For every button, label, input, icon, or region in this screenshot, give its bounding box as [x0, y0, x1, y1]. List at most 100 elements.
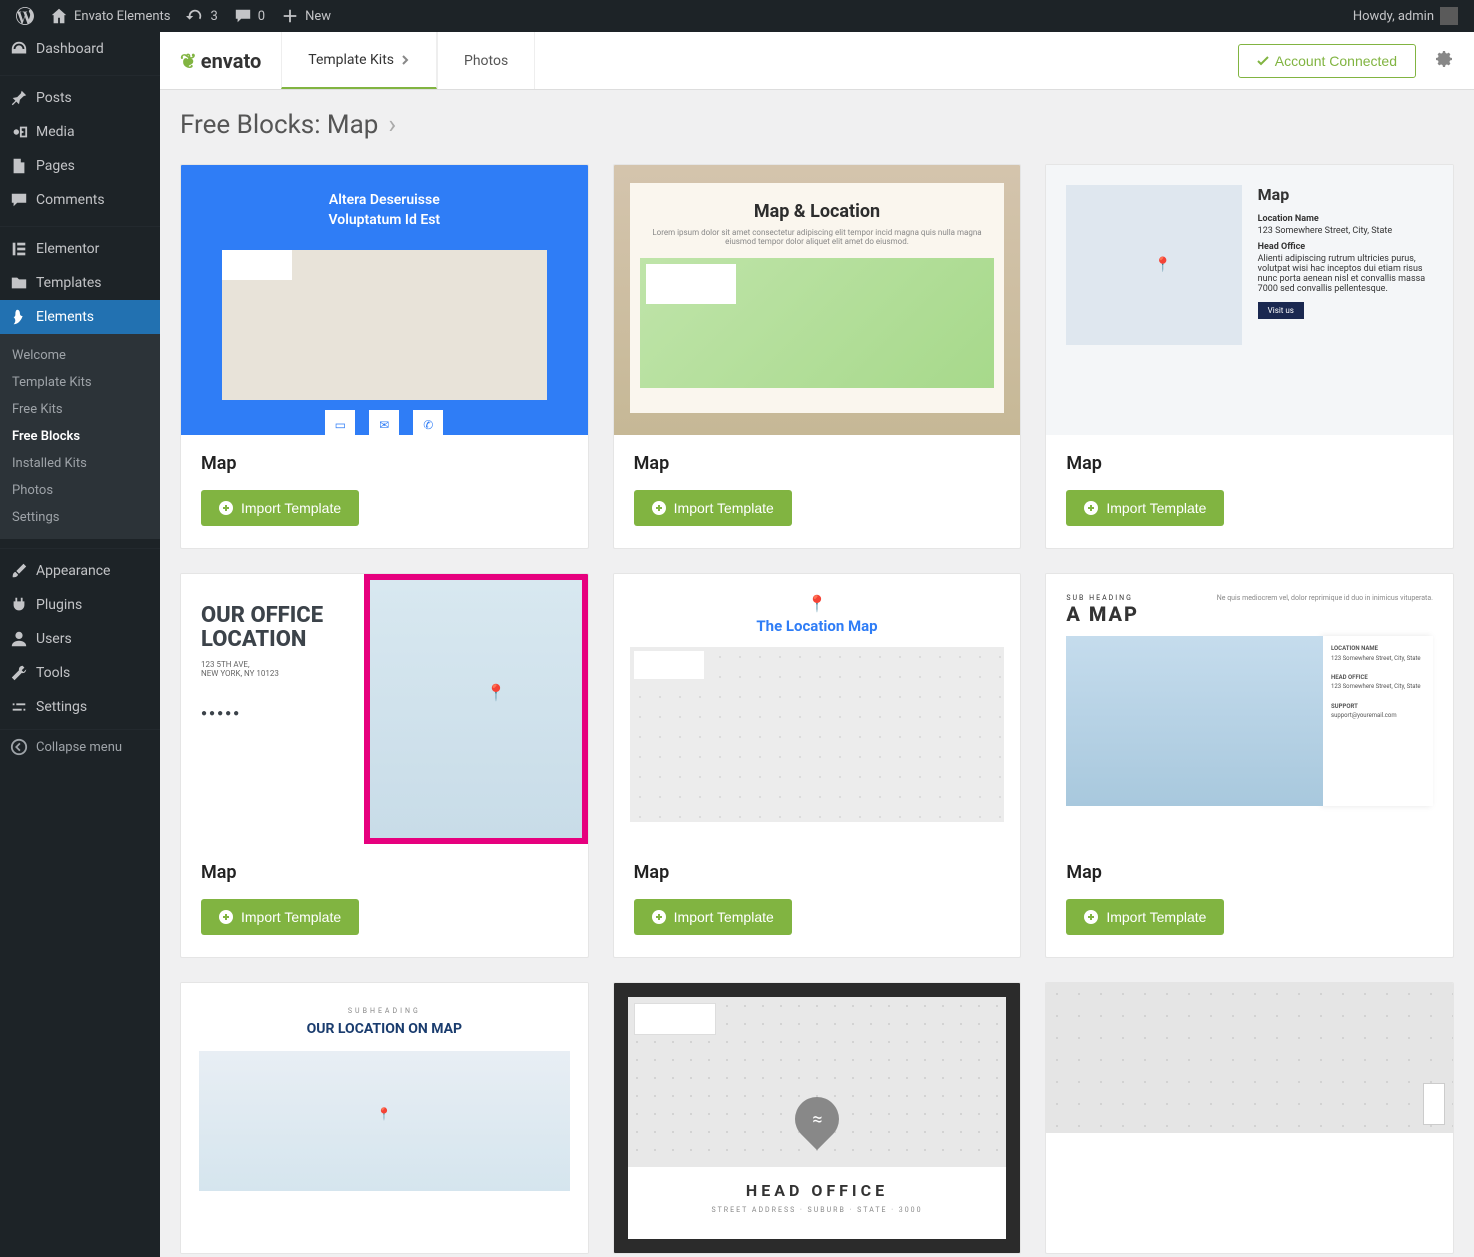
sidebar-item-comments[interactable]: Comments — [0, 183, 160, 217]
sidebar-item-media[interactable]: Media — [0, 115, 160, 149]
collapse-menu-button[interactable]: Collapse menu — [0, 729, 160, 764]
comment-icon — [234, 7, 252, 25]
sidebar-label: Dashboard — [36, 41, 104, 57]
logo-text: envato — [201, 49, 262, 73]
folder-icon — [10, 274, 28, 292]
avatar — [1440, 7, 1458, 25]
import-template-button[interactable]: Import Template — [1066, 899, 1224, 935]
sidebar-submenu: Welcome Template Kits Free Kits Free Blo… — [0, 334, 160, 539]
thumb-label: SUPPORT — [1331, 703, 1358, 710]
sidebar-item-elements[interactable]: Elements — [0, 300, 160, 334]
template-card: 📍 The Location Map Map Import Template — [613, 573, 1022, 958]
tab-photos[interactable]: Photos — [437, 32, 535, 89]
submenu-free-blocks[interactable]: Free Blocks — [0, 423, 160, 450]
thumb-heading: OUR OFFICE LOCATION — [201, 604, 344, 652]
thumb-label: Location Name — [1258, 214, 1433, 224]
gear-icon — [1434, 49, 1454, 69]
updates-link[interactable]: 3 — [178, 0, 225, 32]
thumb-label: Head Office — [1258, 242, 1433, 252]
tab-template-kits[interactable]: Template Kits — [281, 32, 437, 89]
elementor-icon — [10, 240, 28, 258]
thumb-heading: Altera Deseruisse — [181, 191, 588, 211]
sidebar-item-pages[interactable]: Pages — [0, 149, 160, 183]
import-template-button[interactable]: Import Template — [634, 899, 792, 935]
thumb-sub: STREET ADDRESS · SUBURB · STATE · 3000 — [628, 1206, 1007, 1224]
import-template-button[interactable]: Import Template — [201, 899, 359, 935]
template-thumbnail[interactable]: OUR OFFICE LOCATION 123 5TH AVE,NEW YORK… — [181, 574, 588, 844]
template-thumbnail[interactable]: Map Location Name 123 Somewhere Street, … — [1046, 165, 1453, 435]
sidebar-item-tools[interactable]: Tools — [0, 656, 160, 690]
template-thumbnail[interactable]: SUBHEADING OUR LOCATION ON MAP — [181, 983, 588, 1253]
site-name-link[interactable]: Envato Elements — [42, 0, 178, 32]
template-thumbnail[interactable]: HEAD OFFICE STREET ADDRESS · SUBURB · ST… — [614, 983, 1021, 1253]
user-account-link[interactable]: Howdy, admin — [1345, 0, 1466, 32]
sidebar-item-elementor[interactable]: Elementor — [0, 232, 160, 266]
plugin-header: ❦ envato Template Kits Photos Account Co… — [160, 32, 1474, 90]
template-card — [1045, 982, 1454, 1254]
account-connected-button[interactable]: Account Connected — [1238, 44, 1416, 78]
comments-count: 0 — [258, 9, 265, 24]
new-content-link[interactable]: New — [273, 0, 339, 32]
sidebar-item-templates[interactable]: Templates — [0, 266, 160, 300]
wp-admin-bar: Envato Elements 3 0 New Howdy, admin — [0, 0, 1474, 32]
comment-icon — [10, 191, 28, 209]
thumb-text: support@youremail.com — [1331, 712, 1397, 719]
plus-circle-icon — [652, 910, 666, 924]
template-card: SUB HEADING A MAP Ne quis mediocrem vel,… — [1045, 573, 1454, 958]
template-thumbnail[interactable]: Map & Location Lorem ipsum dolor sit ame… — [614, 165, 1021, 435]
chevron-right-icon — [400, 55, 410, 65]
collapse-label: Collapse menu — [36, 740, 122, 755]
media-icon — [10, 123, 28, 141]
thumb-heading: A MAP — [1066, 602, 1139, 626]
template-thumbnail[interactable]: 📍 The Location Map — [614, 574, 1021, 844]
user-icon — [10, 630, 28, 648]
sidebar-item-appearance[interactable]: Appearance — [0, 554, 160, 588]
template-thumbnail[interactable]: SUB HEADING A MAP Ne quis mediocrem vel,… — [1046, 574, 1453, 844]
page-title: Free Blocks: Map › — [160, 90, 1474, 164]
tab-label: Photos — [464, 53, 508, 69]
submenu-photos[interactable]: Photos — [0, 477, 160, 504]
plus-circle-icon — [1084, 910, 1098, 924]
submenu-settings[interactable]: Settings — [0, 504, 160, 531]
wp-logo[interactable] — [8, 0, 42, 32]
import-label: Import Template — [674, 909, 774, 925]
import-label: Import Template — [1106, 500, 1206, 516]
template-title: Map — [634, 453, 1001, 474]
comments-link[interactable]: 0 — [226, 0, 273, 32]
thumb-meta: Ne quis mediocrem vel, dolor reprimique … — [1217, 594, 1433, 626]
sidebar-item-users[interactable]: Users — [0, 622, 160, 656]
plus-icon — [281, 7, 299, 25]
pin-icon: 📍 — [630, 594, 1005, 613]
sidebar-item-plugins[interactable]: Plugins — [0, 588, 160, 622]
thumb-text: 123 Somewhere Street, City, State — [1331, 655, 1421, 662]
howdy-text: Howdy, admin — [1353, 9, 1434, 24]
submenu-installed-kits[interactable]: Installed Kits — [0, 450, 160, 477]
template-card: HEAD OFFICE STREET ADDRESS · SUBURB · ST… — [613, 982, 1022, 1254]
sidebar-item-settings[interactable]: Settings — [0, 690, 160, 724]
new-label: New — [305, 9, 331, 24]
sidebar-label: Pages — [36, 158, 75, 174]
submenu-free-kits[interactable]: Free Kits — [0, 396, 160, 423]
site-name-text: Envato Elements — [74, 9, 170, 24]
submenu-template-kits[interactable]: Template Kits — [0, 369, 160, 396]
updates-count: 3 — [210, 9, 217, 24]
page-icon — [10, 157, 28, 175]
template-title: Map — [1066, 453, 1433, 474]
sidebar-item-posts[interactable]: Posts — [0, 81, 160, 115]
template-thumbnail[interactable] — [1046, 983, 1453, 1133]
sidebar-label: Plugins — [36, 597, 82, 613]
thumb-sub: SUB HEADING — [1066, 594, 1139, 602]
sidebar-label: Users — [36, 631, 72, 647]
sidebar-item-dashboard[interactable]: Dashboard — [0, 32, 160, 66]
settings-gear-button[interactable] — [1434, 49, 1454, 73]
import-label: Import Template — [674, 500, 774, 516]
template-title: Map — [201, 453, 568, 474]
pin-icon — [10, 89, 28, 107]
template-title: Map — [1066, 862, 1433, 883]
import-template-button[interactable]: Import Template — [1066, 490, 1224, 526]
import-label: Import Template — [241, 909, 341, 925]
import-template-button[interactable]: Import Template — [634, 490, 792, 526]
import-template-button[interactable]: Import Template — [201, 490, 359, 526]
template-thumbnail[interactable]: Altera Deseruisse Voluptatum Id Est ▭✉✆ — [181, 165, 588, 435]
submenu-welcome[interactable]: Welcome — [0, 342, 160, 369]
